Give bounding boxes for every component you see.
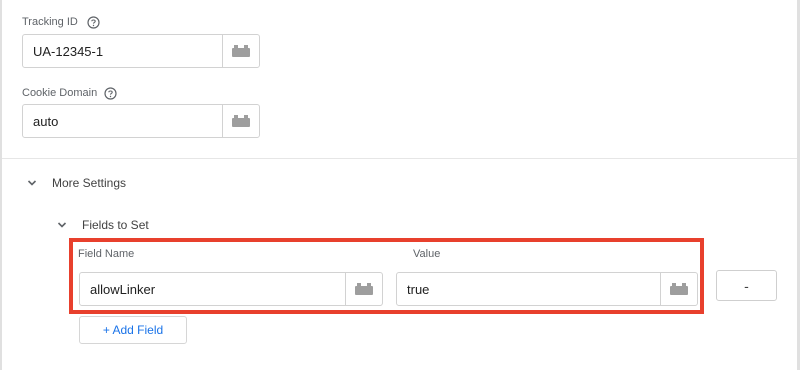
more-settings-toggle[interactable]: More Settings [26,176,126,190]
field-name-variable-button[interactable] [345,273,382,305]
cookie-domain-field[interactable]: auto [22,104,260,138]
tracking-id-label: Tracking ID [22,16,78,28]
fields-to-set-label: Fields to Set [82,218,149,232]
cookie-domain-label: Cookie Domain [22,87,98,99]
left-border [0,0,2,370]
chevron-down-icon [57,222,67,228]
field-name-column-label: Field Name [78,248,135,260]
more-settings-label: More Settings [52,176,127,190]
section-divider [2,158,797,159]
field-value-input[interactable]: true [397,273,660,305]
tracking-id-variable-button[interactable] [222,35,259,67]
remove-row-button[interactable]: - [716,270,777,301]
field-value-field[interactable]: true [396,272,698,306]
variable-lego-icon [670,283,688,295]
fields-to-set-toggle[interactable]: Fields to Set [56,218,149,232]
help-circle-icon[interactable] [87,16,100,29]
tracking-id-field[interactable]: UA-12345-1 [22,34,260,68]
value-column-label: Value [413,248,441,260]
cookie-domain-variable-button[interactable] [222,105,259,137]
field-value-variable-button[interactable] [660,273,697,305]
variable-lego-icon [232,115,250,127]
tracking-id-input[interactable]: UA-12345-1 [23,35,222,67]
help-circle-icon[interactable] [104,87,117,100]
field-name-field[interactable]: allowLinker [79,272,383,306]
add-field-button[interactable]: + Add Field [79,316,187,344]
field-name-input[interactable]: allowLinker [80,273,345,305]
cookie-domain-input[interactable]: auto [23,105,222,137]
variable-lego-icon [355,283,373,295]
chevron-down-icon [27,180,37,186]
variable-lego-icon [232,45,250,57]
